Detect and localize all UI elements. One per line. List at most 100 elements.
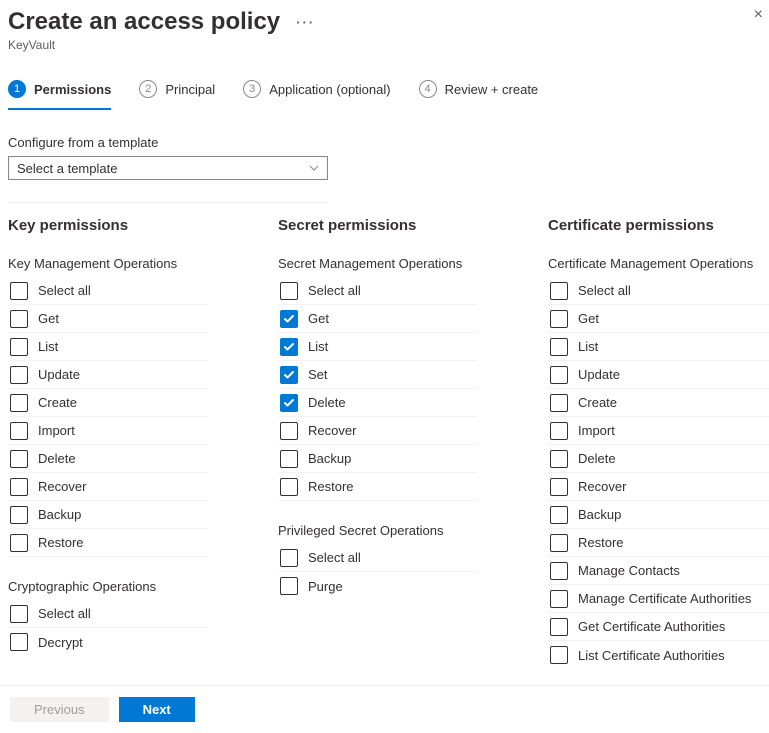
checkbox-row[interactable]: List [8, 333, 208, 361]
group-label: Secret Management Operations [278, 256, 526, 271]
checkbox[interactable] [10, 605, 28, 623]
checkbox-row[interactable]: Select all [278, 277, 478, 305]
checkbox-row[interactable]: Update [8, 361, 208, 389]
checkbox[interactable] [280, 450, 298, 468]
checkbox-label: Create [578, 395, 617, 410]
checkbox[interactable] [550, 478, 568, 496]
checkbox-row[interactable]: Create [548, 389, 769, 417]
next-button[interactable]: Next [119, 697, 195, 722]
more-icon[interactable]: ··· [296, 15, 315, 30]
checkbox[interactable] [280, 366, 298, 384]
column-title: Certificate permissions [548, 217, 769, 234]
checkbox-row[interactable]: Restore [278, 473, 478, 501]
tab-label: Permissions [34, 82, 111, 97]
checkbox[interactable] [280, 478, 298, 496]
checkbox-row[interactable]: Backup [8, 501, 208, 529]
checkbox-row[interactable]: Delete [278, 389, 478, 417]
checkbox-row[interactable]: Backup [278, 445, 478, 473]
checkbox[interactable] [280, 282, 298, 300]
checkbox-row[interactable]: Decrypt [8, 628, 208, 656]
checkbox-label: Delete [38, 451, 76, 466]
checkbox-label: Get Certificate Authorities [578, 619, 725, 634]
checkbox-row[interactable]: Select all [548, 277, 769, 305]
checkbox[interactable] [10, 394, 28, 412]
checkbox[interactable] [10, 282, 28, 300]
group-label: Key Management Operations [8, 256, 256, 271]
checkbox[interactable] [10, 366, 28, 384]
checkbox-row[interactable]: List Certificate Authorities [548, 641, 769, 669]
checkbox-row[interactable]: Select all [278, 544, 478, 572]
checkbox[interactable] [10, 506, 28, 524]
tab-application-optional-[interactable]: 3Application (optional) [243, 80, 390, 110]
checkbox[interactable] [550, 450, 568, 468]
checkbox[interactable] [280, 577, 298, 595]
tab-permissions[interactable]: 1Permissions [8, 80, 111, 110]
checkbox-row[interactable]: Get [548, 305, 769, 333]
checkbox[interactable] [550, 366, 568, 384]
checkbox-row[interactable]: Select all [8, 600, 208, 628]
checkbox-row[interactable]: List [548, 333, 769, 361]
checkbox[interactable] [550, 646, 568, 664]
checkbox[interactable] [550, 394, 568, 412]
checkbox[interactable] [550, 534, 568, 552]
step-badge: 3 [243, 80, 261, 98]
checkbox[interactable] [550, 590, 568, 608]
checkbox[interactable] [280, 422, 298, 440]
checkbox-row[interactable]: Create [8, 389, 208, 417]
group-label: Certificate Management Operations [548, 256, 769, 271]
checkbox[interactable] [280, 310, 298, 328]
group-label: Cryptographic Operations [8, 579, 256, 594]
close-icon[interactable]: × [754, 6, 763, 24]
checkbox[interactable] [10, 422, 28, 440]
checkbox-row[interactable]: Set [278, 361, 478, 389]
checkbox-label: Restore [38, 535, 84, 550]
checkbox-row[interactable]: Recover [8, 473, 208, 501]
checkbox[interactable] [10, 450, 28, 468]
checkbox-label: Create [38, 395, 77, 410]
checkbox-label: Backup [38, 507, 81, 522]
checkbox[interactable] [280, 338, 298, 356]
checkbox-row[interactable]: List [278, 333, 478, 361]
checkbox-row[interactable]: Update [548, 361, 769, 389]
checkbox[interactable] [550, 282, 568, 300]
column-title: Key permissions [8, 217, 256, 234]
checkbox-row[interactable]: Delete [548, 445, 769, 473]
checkbox-row[interactable]: Select all [8, 277, 208, 305]
checkbox[interactable] [10, 633, 28, 651]
tab-review-create[interactable]: 4Review + create [419, 80, 539, 110]
tab-label: Principal [165, 82, 215, 97]
checkbox-row[interactable]: Recover [548, 473, 769, 501]
checkbox-row[interactable]: Recover [278, 417, 478, 445]
checkbox[interactable] [10, 534, 28, 552]
checkbox-row[interactable]: Get Certificate Authorities [548, 613, 769, 641]
checkbox-row[interactable]: Restore [548, 529, 769, 557]
checkbox-row[interactable]: Get [8, 305, 208, 333]
checkbox-label: Backup [308, 451, 351, 466]
checkbox-label: Get [578, 311, 599, 326]
checkbox-row[interactable]: Manage Certificate Authorities [548, 585, 769, 613]
checkbox[interactable] [550, 338, 568, 356]
template-select[interactable]: Select a template [8, 156, 328, 180]
template-label: Configure from a template [8, 135, 761, 150]
checkbox-row[interactable]: Import [8, 417, 208, 445]
checkbox-row[interactable]: Purge [278, 572, 478, 600]
checkbox[interactable] [280, 394, 298, 412]
checkbox[interactable] [10, 338, 28, 356]
checkbox[interactable] [550, 618, 568, 636]
previous-button[interactable]: Previous [10, 697, 109, 722]
checkbox[interactable] [10, 310, 28, 328]
checkbox-row[interactable]: Import [548, 417, 769, 445]
checkbox[interactable] [10, 478, 28, 496]
tab-principal[interactable]: 2Principal [139, 80, 215, 110]
checkbox-row[interactable]: Restore [8, 529, 208, 557]
checkbox-row[interactable]: Delete [8, 445, 208, 473]
template-select-value: Select a template [17, 161, 117, 176]
checkbox[interactable] [550, 422, 568, 440]
checkbox[interactable] [550, 310, 568, 328]
checkbox-row[interactable]: Manage Contacts [548, 557, 769, 585]
checkbox-row[interactable]: Get [278, 305, 478, 333]
checkbox[interactable] [550, 506, 568, 524]
checkbox[interactable] [550, 562, 568, 580]
checkbox-row[interactable]: Backup [548, 501, 769, 529]
checkbox[interactable] [280, 549, 298, 567]
